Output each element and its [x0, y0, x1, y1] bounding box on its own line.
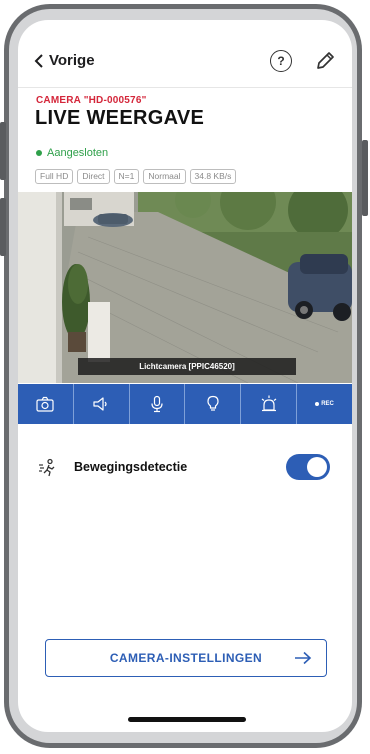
siren-icon	[261, 395, 277, 412]
arrow-right-icon	[295, 651, 312, 665]
microphone-button[interactable]	[130, 384, 186, 424]
live-video-feed[interactable]	[18, 192, 352, 383]
speaker-button[interactable]	[74, 384, 130, 424]
status-badge: Aangesloten	[36, 147, 108, 159]
power-button	[362, 140, 368, 216]
record-button[interactable]: REC	[297, 384, 352, 424]
volume-button	[0, 198, 6, 256]
light-button[interactable]	[185, 384, 242, 424]
camera-id: CAMERA "HD-000576"	[36, 95, 147, 106]
stream-chip: Direct	[77, 169, 110, 184]
record-icon: REC	[315, 401, 334, 407]
siren-button[interactable]	[241, 384, 298, 424]
motion-detection-icon	[39, 458, 55, 477]
question-circle-icon[interactable]: ?	[270, 50, 292, 72]
record-label: REC	[321, 401, 334, 407]
camera-settings-button[interactable]: CAMERA-INSTELLINGEN	[45, 639, 327, 677]
pencil-icon[interactable]	[314, 50, 336, 72]
back-button[interactable]: Vorige	[34, 52, 95, 69]
record-dot	[315, 402, 320, 406]
feed-label: Lichtcamera [PPIC46520]	[78, 358, 296, 375]
snapshot-button[interactable]	[18, 384, 74, 424]
camera-settings-label: CAMERA-INSTELLINGEN	[109, 651, 263, 665]
snapshot-camera-icon	[36, 396, 55, 412]
camera-image	[18, 192, 352, 383]
stream-chip: Full HD	[35, 169, 74, 184]
microphone-icon	[151, 395, 163, 413]
back-label: Vorige	[49, 52, 95, 69]
volume-button	[0, 122, 6, 180]
nav-bar: Vorige ?	[18, 20, 352, 88]
app-screen: Vorige ? CAMERA "HD-000576" LIVE WEERGAV…	[18, 20, 352, 732]
stream-chip: Normaal	[143, 169, 186, 184]
speaker-icon	[93, 397, 107, 411]
page-title: LIVE WEERGAVE	[35, 107, 205, 129]
status-text: Aangesloten	[47, 147, 109, 159]
motion-detection-label: Bewegingsdetectie	[74, 460, 188, 474]
stream-chip: N=1	[113, 169, 140, 184]
light-bulb-icon	[207, 395, 219, 411]
motion-detection-row: Bewegingsdetectie	[18, 450, 352, 486]
toggle-knob	[307, 457, 327, 477]
chevron-left-icon	[34, 53, 43, 68]
stream-chip: 34.8 KB/s	[189, 169, 237, 184]
camera-toolbar: REC	[18, 384, 352, 424]
home-indicator	[128, 717, 246, 722]
status-dot	[36, 150, 42, 156]
motion-detection-toggle[interactable]	[286, 454, 330, 480]
stream-chips: Full HD Direct N=1 Normaal 34.8 KB/s	[35, 169, 237, 184]
